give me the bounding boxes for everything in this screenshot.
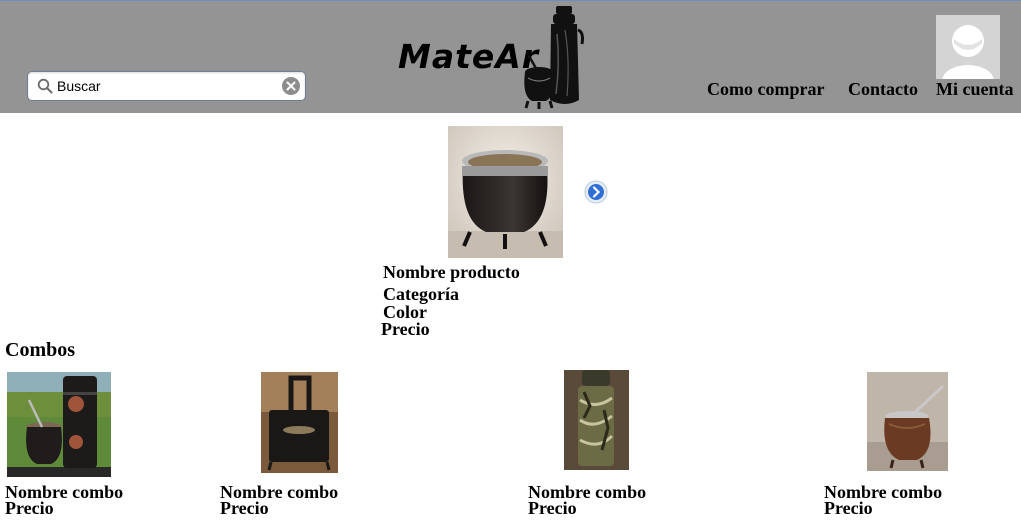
combo-price: Precio xyxy=(5,498,54,518)
combo-image[interactable] xyxy=(867,372,948,471)
search-input[interactable] xyxy=(57,75,272,97)
search-icon xyxy=(37,78,53,94)
nav-como-comprar[interactable]: Como comprar xyxy=(707,79,824,100)
combos-title: Combos xyxy=(5,339,76,361)
site-header: MateAr Como comprar Contacto Mi cuenta xyxy=(0,1,1021,113)
combo-image[interactable] xyxy=(7,372,111,477)
combo-image[interactable] xyxy=(261,372,338,473)
featured-product-image[interactable] xyxy=(448,126,563,258)
combo-image[interactable] xyxy=(564,370,629,470)
product-price: Precio xyxy=(381,319,430,339)
combo-price: Precio xyxy=(528,498,577,518)
logo-text[interactable]: MateAr xyxy=(398,37,539,76)
thermos-and-mate-icon xyxy=(524,6,584,109)
user-avatar-icon[interactable] xyxy=(936,15,1000,79)
combo-price: Precio xyxy=(824,498,873,518)
nav-contacto[interactable]: Contacto xyxy=(848,79,918,100)
chevron-right-circle-icon[interactable] xyxy=(584,180,608,204)
combo-price: Precio xyxy=(220,498,269,518)
search-box[interactable] xyxy=(27,71,306,101)
nav-mi-cuenta[interactable]: Mi cuenta xyxy=(936,79,1013,100)
product-name: Nombre producto xyxy=(383,262,520,282)
clear-icon[interactable] xyxy=(282,77,300,95)
